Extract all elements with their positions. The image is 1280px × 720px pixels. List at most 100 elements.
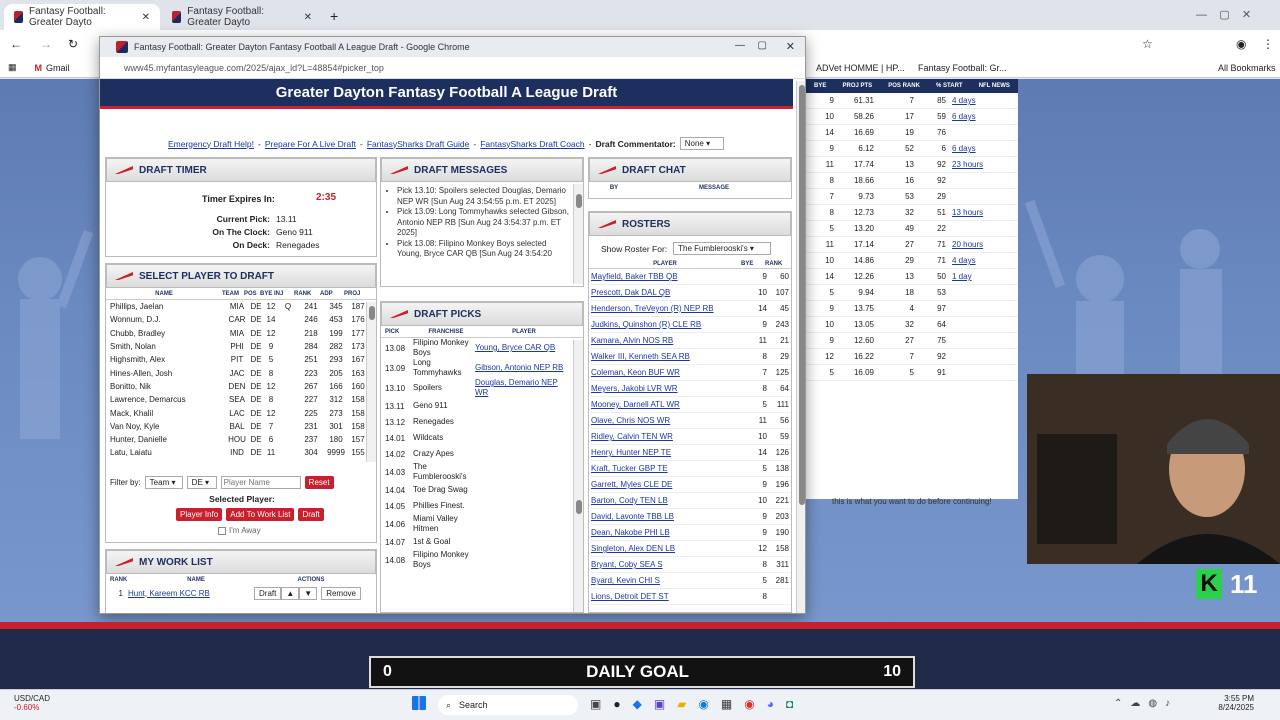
edge-icon[interactable]: ◉ [698,697,708,711]
popup-scrollbar[interactable] [796,81,805,613]
work-player-link[interactable]: Hunt, Kareem KCC RB [128,589,254,598]
roster-player-link[interactable]: Walker III, Kenneth SEA RB [591,352,743,361]
scroll-thumb[interactable] [576,500,582,514]
move-down-button[interactable]: ▼ [299,586,318,600]
player-row[interactable]: Van Noy, Kyle BAL DE 7 231 301 158 [110,420,376,433]
close-icon[interactable]: ✕ [142,12,150,23]
commentator-select[interactable]: None ▾ [679,137,724,150]
minimize-icon[interactable]: — [735,40,745,51]
player-info-button[interactable]: Player Info [176,508,223,521]
player-row[interactable]: Bonitto, Nik DEN DE 12 267 166 160 [110,380,376,393]
roster-player-link[interactable]: Kraft, Tucker GBP TE [591,464,743,473]
news-link[interactable]: 6 days [952,112,1008,121]
roster-player-link[interactable]: Byard, Kevin CHI S [591,576,743,585]
app-icon[interactable]: ● [613,697,620,711]
coach-link[interactable]: FantasySharks Draft Coach [480,139,584,149]
profile-icon[interactable]: ◉ [1236,37,1246,51]
news-link[interactable]: 4 days [952,256,1008,265]
messages-scrollbar[interactable] [573,184,583,284]
pick-player-link[interactable]: Douglas, Demario NEP WR [475,378,567,398]
bookmark-gmail[interactable]: Gmail [46,63,70,73]
picks-scrollbar[interactable] [573,340,583,612]
star-icon[interactable]: ☆ [1142,37,1153,51]
apps-icon[interactable]: ▦ [8,62,17,73]
menu-icon[interactable]: ⋮ [1262,37,1274,51]
roster-player-link[interactable]: Kamara, Alvin NOS RB [591,336,743,345]
maximize-icon[interactable]: ▢ [758,40,767,51]
roster-player-link[interactable]: Ridley, Calvin TEN WR [591,432,743,441]
player-scrollbar[interactable] [366,302,376,462]
add-to-work-list-button[interactable]: Add To Work List [226,508,295,521]
roster-player-link[interactable]: Henderson, TreVeyon (R) NEP RB [591,304,743,313]
teams-icon[interactable]: ▣ [654,697,665,711]
tray-icons[interactable]: ⌃☁◍♪ [1114,698,1178,709]
player-row[interactable]: Highsmith, Alex PIT DE 5 251 293 167 [110,353,376,366]
team-filter-select[interactable]: Team ▾ [144,476,183,489]
chrome-icon[interactable]: ◉ [744,697,754,711]
window-controls[interactable]: — ▢ ✕ [1196,8,1251,21]
work-draft-button[interactable]: Draft [254,586,282,600]
roster-player-link[interactable]: Judkins, Quinshon (R) CLE RB [591,320,743,329]
roster-player-link[interactable]: Mayfield, Baker TBB QB [591,272,743,281]
scroll-thumb[interactable] [576,194,582,208]
emergency-help-link[interactable]: Emergency Draft Help! [168,139,254,149]
all-bookmarks[interactable]: All Bookmarks [1218,63,1276,73]
news-link[interactable]: 6 days [952,144,1008,153]
roster-player-link[interactable]: Garrett, Myles CLE DE [591,480,743,489]
tab-fantasy-2[interactable]: Fantasy Football: Greater Dayto ✕ [162,4,322,30]
roster-player-link[interactable]: Olave, Chris NOS WR [591,416,743,425]
copilot-icon[interactable]: ◆ [633,697,642,711]
prepare-link[interactable]: Prepare For A Live Draft [265,139,356,149]
roster-player-link[interactable]: David, Lavonte TBB LB [591,512,743,521]
scroll-thumb[interactable] [799,85,805,505]
roster-player-link[interactable]: Lions, Detroit DET ST [591,592,743,601]
bookmark-advet[interactable]: ADVet HOMME | HP... [816,63,905,73]
roster-select[interactable]: The Fumblerooski's ▾ [673,242,772,255]
player-row[interactable]: Latu, Laiatu IND DE 11 304 9999 155 [110,446,376,459]
ticker-widget[interactable]: USD/CAD -0.60% [14,694,50,712]
player-row[interactable]: Mack, Khalil LAC DE 12 225 273 158 [110,406,376,419]
roster-player-link[interactable]: Coleman, Keon BUF WR [591,368,743,377]
clock[interactable]: 3:55 PM 8/24/2025 [1218,694,1254,712]
taskbar-search[interactable]: ⌕ Search [438,695,578,715]
player-row[interactable]: Smith, Nolan PHI DE 9 284 282 173 [110,340,376,353]
reload-icon[interactable]: ↻ [68,37,78,51]
player-row[interactable]: Wonnum, D.J. CAR DE 14 246 453 176 [110,313,376,326]
roster-player-link[interactable]: Singleton, Alex DEN LB [591,544,743,553]
taskview-icon[interactable]: ▣ [590,697,601,711]
tab-fantasy-1[interactable]: Fantasy Football: Greater Dayto ✕ [4,4,160,30]
player-row[interactable]: Hines-Allen, Josh JAC DE 8 223 205 163 [110,366,376,379]
roster-player-link[interactable]: Dean, Nakobe PHI LB [591,528,743,537]
guide-link[interactable]: FantasySharks Draft Guide [367,139,470,149]
roster-player-link[interactable]: Henry, Hunter NEP TE [591,448,743,457]
bookmark-fantasy[interactable]: Fantasy Football: Gr... [918,63,1007,73]
pick-player-link[interactable]: Young, Bryce CAR QB [475,343,567,353]
new-tab-icon[interactable]: + [330,8,338,24]
app2-icon[interactable]: ◘ [786,697,793,711]
store-icon[interactable]: ▦ [721,697,732,711]
roster-player-link[interactable]: Mooney, Darnell ATL WR [591,400,743,409]
player-row[interactable]: Phillips, Jaelan MIA DE 12 Q 241 345 187 [110,300,376,313]
close-icon[interactable]: ✕ [786,40,795,53]
reset-button[interactable]: Reset [304,476,334,489]
news-link[interactable]: 23 hours [952,160,1008,169]
scroll-thumb[interactable] [369,306,375,320]
roster-player-link[interactable]: Prescott, Dak DAL QB [591,288,743,297]
roster-player-link[interactable]: Barton, Cody TEN LB [591,496,743,505]
close-icon[interactable]: ✕ [304,12,312,23]
draft-button[interactable]: Draft [298,508,324,521]
folder-icon[interactable]: ▰ [677,697,686,711]
back-icon[interactable]: ← [10,37,22,51]
news-link[interactable]: 20 hours [952,240,1008,249]
pick-player-link[interactable]: Gibson, Antonio NEP RB [475,363,567,373]
forward-icon[interactable]: → [40,37,52,51]
popup-url[interactable]: www45.myfantasyleague.com/2025/ajax_ld?L… [124,63,384,73]
remove-button[interactable]: Remove [321,586,361,600]
news-link[interactable]: 13 hours [952,208,1008,217]
news-link[interactable]: 4 days [952,96,1008,105]
discord-icon[interactable]: ◕ [767,697,774,711]
roster-player-link[interactable]: Bryant, Coby SEA S [591,560,743,569]
roster-player-link[interactable]: Meyers, Jakobi LVR WR [591,384,743,393]
move-up-button[interactable]: ▲ [281,586,300,600]
pos-filter-select[interactable]: DE ▾ [186,476,217,489]
